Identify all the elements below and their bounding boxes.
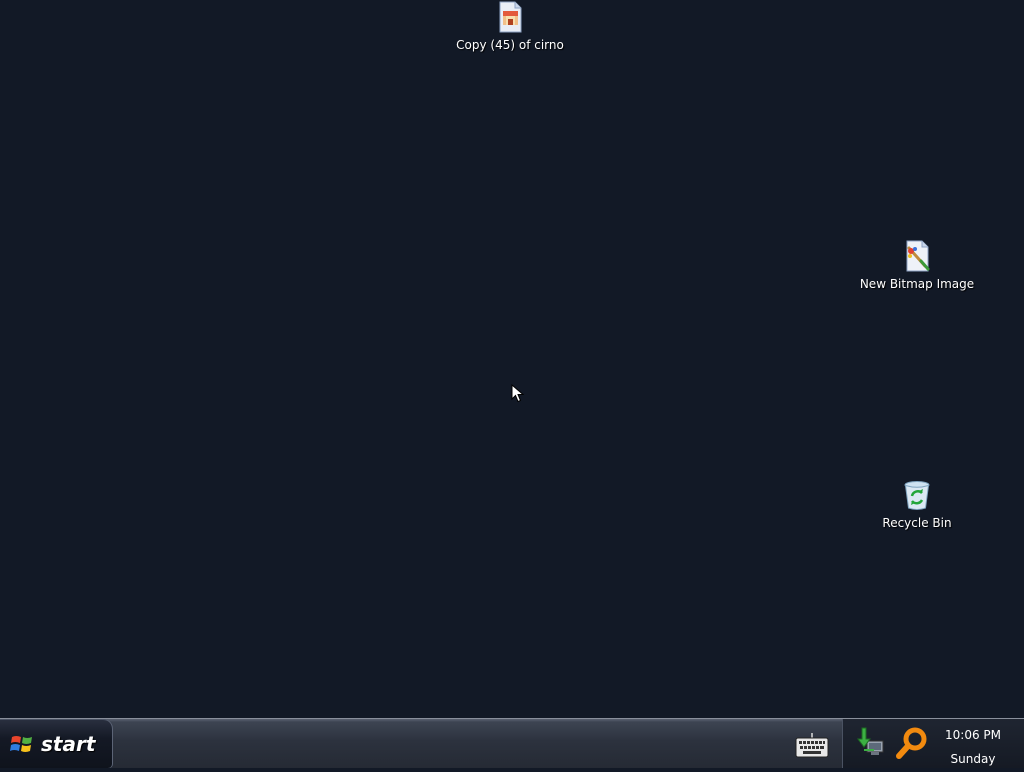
system-tray: 10:06 PM Sunday [842, 719, 1024, 768]
desktop-icon-recycle-bin[interactable]: Recycle Bin [852, 479, 982, 530]
clock[interactable]: 10:06 PM Sunday [933, 723, 1013, 771]
desktop-icon-label: New Bitmap Image [859, 277, 975, 291]
start-label: start [41, 731, 96, 756]
desktop[interactable]: Copy (45) of cirno New Bitmap Image Recy… [0, 0, 1024, 718]
desktop-icon-label: Copy (45) of cirno [456, 38, 564, 52]
clock-day: Sunday [950, 752, 996, 766]
clock-time: 10:06 PM [945, 728, 1001, 742]
bitmap-paint-icon [906, 240, 930, 272]
search-icon[interactable] [895, 726, 929, 760]
recycle-bin-icon [904, 481, 930, 510]
taskbar: start 10:06 PM Sunday [0, 718, 1024, 768]
keyboard-icon[interactable] [795, 732, 829, 758]
network-icon[interactable] [855, 726, 885, 758]
image-file-icon [499, 1, 522, 33]
windows-logo-icon [10, 735, 32, 752]
mouse-pointer-icon [511, 384, 525, 403]
start-button[interactable]: start [0, 719, 113, 768]
desktop-icon-label: Recycle Bin [882, 516, 952, 530]
desktop-icon-cirno[interactable]: Copy (45) of cirno [445, 1, 575, 52]
desktop-icon-new-bitmap-image[interactable]: New Bitmap Image [852, 240, 982, 291]
